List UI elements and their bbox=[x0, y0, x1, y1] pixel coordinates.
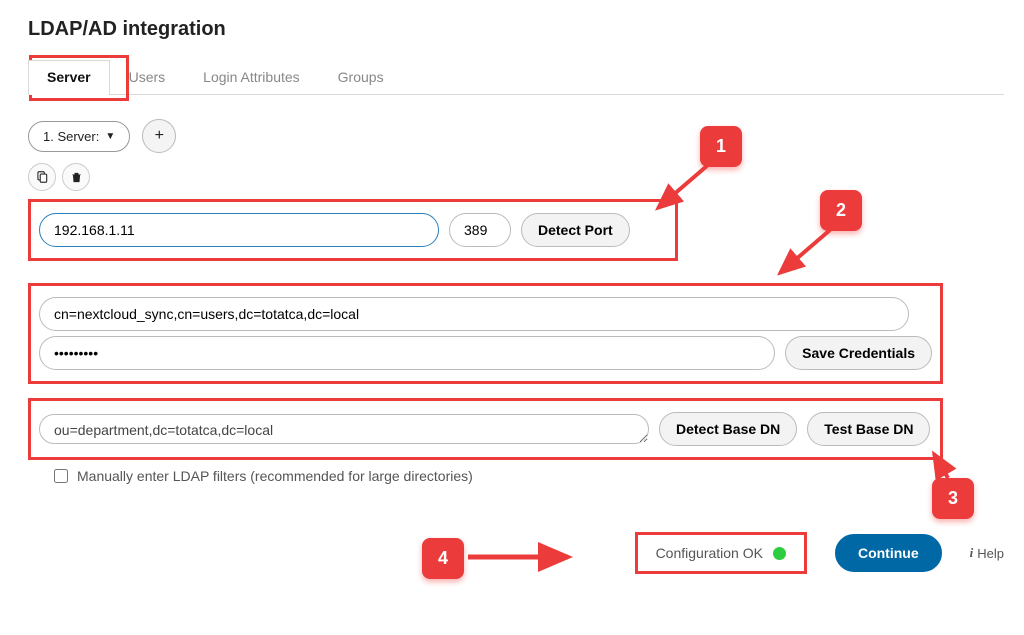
password-input[interactable] bbox=[39, 336, 775, 370]
base-dn-input[interactable] bbox=[39, 414, 649, 444]
callout-arrow-1 bbox=[648, 160, 718, 220]
manual-filters-checkbox[interactable] bbox=[54, 469, 68, 483]
continue-button[interactable]: Continue bbox=[835, 534, 942, 572]
manual-filters-label: Manually enter LDAP filters (recommended… bbox=[77, 468, 473, 484]
help-label: Help bbox=[977, 546, 1004, 561]
configuration-status-text: Configuration OK bbox=[656, 545, 763, 561]
help-link[interactable]: i Help bbox=[970, 545, 1004, 561]
tab-login-attributes[interactable]: Login Attributes bbox=[184, 60, 319, 95]
callout-badge-3: 3 bbox=[932, 478, 974, 519]
callout-badge-4: 4 bbox=[422, 538, 464, 579]
callout-arrow-2 bbox=[770, 225, 840, 285]
copy-icon bbox=[35, 170, 49, 184]
tab-users[interactable]: Users bbox=[110, 60, 185, 95]
trash-icon bbox=[70, 171, 83, 184]
tabs: Server Users Login Attributes Groups bbox=[28, 59, 1004, 95]
configuration-status: Configuration OK bbox=[635, 532, 807, 574]
detect-base-dn-button[interactable]: Detect Base DN bbox=[659, 412, 797, 446]
bind-dn-input[interactable] bbox=[39, 297, 909, 331]
detect-port-button[interactable]: Detect Port bbox=[521, 213, 630, 247]
delete-config-button[interactable] bbox=[62, 163, 90, 191]
server-select[interactable]: 1. Server: ▼ bbox=[28, 121, 130, 152]
page-title: LDAP/AD integration bbox=[28, 18, 1004, 41]
test-base-dn-button[interactable]: Test Base DN bbox=[807, 412, 930, 446]
info-icon: i bbox=[970, 545, 974, 561]
status-ok-icon bbox=[773, 547, 786, 560]
callout-box-3: Detect Base DN Test Base DN bbox=[28, 398, 943, 460]
save-credentials-button[interactable]: Save Credentials bbox=[785, 336, 932, 370]
port-input[interactable] bbox=[449, 213, 511, 247]
host-input[interactable] bbox=[39, 213, 439, 247]
tab-server[interactable]: Server bbox=[28, 60, 110, 95]
tab-groups[interactable]: Groups bbox=[319, 60, 403, 95]
add-server-button[interactable]: + bbox=[142, 119, 176, 153]
copy-config-button[interactable] bbox=[28, 163, 56, 191]
callout-box-2: Save Credentials bbox=[28, 283, 943, 384]
chevron-down-icon: ▼ bbox=[105, 131, 115, 142]
callout-box-1: Detect Port bbox=[28, 199, 678, 261]
callout-arrow-3 bbox=[930, 450, 960, 480]
callout-arrow-4 bbox=[466, 545, 576, 569]
server-select-label: 1. Server: bbox=[43, 129, 99, 144]
